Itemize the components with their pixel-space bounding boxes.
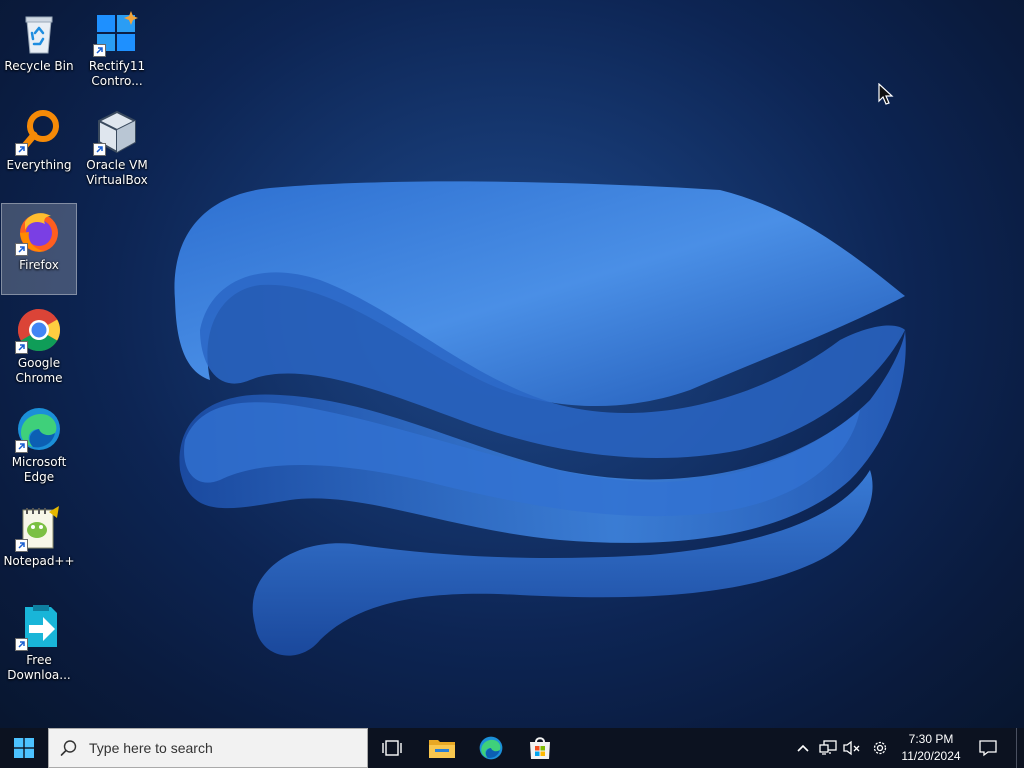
desktop-icon-free-download-manager[interactable]: Free Downloa...	[1, 599, 77, 691]
action-center-button[interactable]	[970, 728, 1006, 768]
shortcut-arrow-icon	[93, 44, 106, 57]
recycle-bin-icon	[15, 9, 63, 57]
shortcut-arrow-icon	[15, 243, 28, 256]
desktop-icon-rectify11[interactable]: Rectify11 Contro...	[79, 5, 155, 97]
virtualbox-icon	[93, 108, 141, 156]
mouse-cursor-icon	[878, 83, 894, 105]
edge-icon	[15, 405, 63, 453]
desktop-icon-label: Notepad++	[3, 554, 75, 568]
settings-tray-button[interactable]	[869, 736, 891, 760]
desktop-icon-label: Recycle Bin	[4, 59, 74, 73]
microsoft-store-button[interactable]	[516, 728, 564, 768]
file-explorer-button[interactable]	[418, 728, 466, 768]
taskbar: Type here to search 7:30 PM 11/20/2024	[0, 728, 1024, 768]
clock-button[interactable]: 7:30 PM 11/20/2024	[896, 731, 966, 765]
clock-date: 11/20/2024	[901, 749, 961, 763]
control-panel-icon	[93, 9, 141, 57]
clock-time: 7:30 PM	[908, 732, 954, 746]
desktop-icon-label: Free Downloa...	[7, 653, 71, 682]
microsoft-store-icon	[530, 737, 550, 759]
volume-button[interactable]	[841, 736, 863, 760]
edge-taskbar-button[interactable]	[467, 728, 515, 768]
firefox-icon	[15, 208, 63, 256]
desktop-icon-label: Oracle VM VirtualBox	[86, 158, 148, 187]
shortcut-arrow-icon	[15, 440, 28, 453]
desktop-icon-chrome[interactable]: Google Chrome	[1, 302, 77, 394]
windows-logo-icon	[14, 738, 34, 758]
settings-gear-icon	[873, 741, 887, 755]
shortcut-arrow-icon	[15, 638, 28, 651]
desktop-icon-label: Firefox	[19, 258, 59, 272]
desktop-icon-virtualbox[interactable]: Oracle VM VirtualBox	[79, 104, 155, 196]
desktop-icon-label: Rectify11 Contro...	[88, 59, 146, 88]
shortcut-arrow-icon	[93, 143, 106, 156]
edge-icon	[479, 736, 503, 760]
task-view-button[interactable]	[368, 728, 416, 768]
search-icon	[49, 739, 89, 757]
chevron-up-icon	[797, 744, 809, 752]
network-icon	[819, 740, 837, 755]
shortcut-arrow-icon	[15, 143, 28, 156]
desktop-icon-label: Everything	[6, 158, 72, 172]
desktop-icon-recycle-bin[interactable]: Recycle Bin	[1, 5, 77, 97]
volume-muted-icon	[843, 740, 860, 756]
shortcut-arrow-icon	[15, 539, 28, 552]
file-explorer-icon	[429, 740, 455, 758]
free-download-manager-icon	[15, 603, 63, 651]
desktop-icon-edge[interactable]: Microsoft Edge	[1, 401, 77, 493]
everything-search-icon	[15, 108, 63, 156]
start-button[interactable]	[0, 728, 48, 768]
shortcut-arrow-icon	[15, 341, 28, 354]
network-button[interactable]	[817, 736, 839, 760]
desktop-icon-everything[interactable]: Everything	[1, 104, 77, 196]
task-view-icon	[382, 740, 402, 756]
desktop-icon-label: Microsoft Edge	[11, 455, 67, 484]
desktop-icon-firefox[interactable]: Firefox	[1, 203, 77, 295]
chrome-icon	[15, 306, 63, 354]
desktop[interactable]: Recycle Bin Rectify11 Contro... Everythi…	[0, 0, 1024, 728]
notepadpp-icon	[15, 504, 63, 552]
show-desktop-button[interactable]	[1016, 728, 1024, 768]
desktop-icon-notepadpp[interactable]: Notepad++	[1, 500, 77, 592]
notification-icon	[979, 740, 997, 757]
search-placeholder: Type here to search	[89, 740, 213, 756]
taskbar-search-box[interactable]: Type here to search	[48, 728, 368, 768]
desktop-icon-label: Google Chrome	[15, 356, 63, 385]
show-hidden-icons-button[interactable]	[792, 736, 814, 760]
